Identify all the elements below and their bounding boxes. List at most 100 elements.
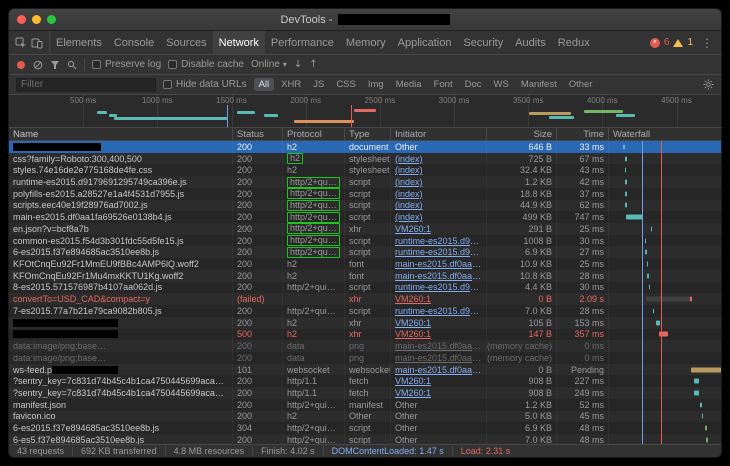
- table-row[interactable]: 8-es2015.571576987b4107aa062d.js200http/…: [9, 282, 721, 294]
- initiator-link[interactable]: (index): [395, 200, 423, 210]
- table-row[interactable]: 6-es2015.f37e894685ac3510ee8b.js304http/…: [9, 422, 721, 434]
- initiator-link[interactable]: runtime-es2015.d9179691…js:1: [395, 306, 482, 316]
- filter-pill-ws[interactable]: WS: [489, 78, 514, 91]
- column-header-name[interactable]: Name: [9, 128, 232, 140]
- tab-redux[interactable]: Redux: [552, 31, 596, 54]
- initiator-link[interactable]: VM260:1: [395, 376, 431, 386]
- initiator-link[interactable]: main-es2015.df0aa1f…js:1: [395, 259, 482, 269]
- preserve-log-checkbox[interactable]: [92, 60, 101, 69]
- column-header-type[interactable]: Type: [344, 128, 390, 140]
- filter-pill-manifest[interactable]: Manifest: [516, 78, 562, 91]
- filter-pill-xhr[interactable]: XHR: [276, 78, 306, 91]
- column-header-protocol[interactable]: Protocol: [282, 128, 344, 140]
- export-har-icon[interactable]: ↑: [309, 59, 317, 70]
- table-row[interactable]: common-es2015.f54d3b301fdc55d5fe15.js200…: [9, 235, 721, 247]
- initiator-link[interactable]: (index): [395, 189, 423, 199]
- table-row[interactable]: 6-es2015.f37e894685ac3510ee8b.js200http/…: [9, 246, 721, 258]
- table-row[interactable]: css?family=Roboto:300,400,500200h2styles…: [9, 153, 721, 165]
- hide-data-urls-checkbox[interactable]: [163, 80, 172, 89]
- clear-network-log-button[interactable]: [33, 60, 43, 70]
- initiator-link[interactable]: main-es2015.df0aa1f…js:1: [395, 365, 482, 375]
- initiator-link[interactable]: main-es2015.df0aa1f…js:1: [395, 341, 482, 351]
- table-row[interactable]: KFOtCnqEu92Fr1MmEU9fBBc4AMP6lQ.woff2200h…: [9, 258, 721, 270]
- table-row[interactable]: ws-feed.p101websocketwebsocketmain-es201…: [9, 364, 721, 376]
- table-row[interactable]: 500h2xhrVM260:1147 B357 ms: [9, 329, 721, 341]
- table-row[interactable]: ?sentry_key=7c831d74b45c4b1ca4750445699a…: [9, 387, 721, 399]
- initiator-link[interactable]: VM260:1: [395, 318, 431, 328]
- filter-pill-media[interactable]: Media: [391, 78, 427, 91]
- table-row[interactable]: en.json?v=bcf8a7b200http/2+quic/99xhrVM2…: [9, 223, 721, 235]
- column-header-status[interactable]: Status: [232, 128, 282, 140]
- tab-memory[interactable]: Memory: [340, 31, 392, 54]
- tab-application[interactable]: Application: [392, 31, 458, 54]
- overview-band[interactable]: 500 ms1000 ms1500 ms2000 ms2500 ms3000 m…: [9, 95, 721, 128]
- table-row[interactable]: 7-es2015.77a7b21e79ca9082b805.js200http/…: [9, 305, 721, 317]
- table-row[interactable]: data:image/png;base…200datapngmain-es201…: [9, 340, 721, 352]
- more-options-icon[interactable]: ⋮: [697, 36, 713, 50]
- table-row[interactable]: manifest.json200http/2+quic/99manifestOt…: [9, 399, 721, 411]
- initiator-link[interactable]: runtime-es2015.d9179691…js:1: [395, 236, 482, 246]
- column-header-initiator[interactable]: Initiator: [390, 128, 486, 140]
- initiator-link[interactable]: (index): [395, 212, 423, 222]
- filter-pill-font[interactable]: Font: [429, 78, 458, 91]
- initiator-link[interactable]: VM260:1: [395, 224, 431, 234]
- table-row[interactable]: polyfills-es2015.a28527e1a4f4531d7955.js…: [9, 188, 721, 200]
- filter-pill-doc[interactable]: Doc: [460, 78, 487, 91]
- table-row[interactable]: 200h2xhrVM260:1105 B153 ms: [9, 317, 721, 329]
- filter-input[interactable]: [16, 78, 156, 92]
- table-row[interactable]: ?sentry_key=7c831d74b45c4b1ca4750445699a…: [9, 375, 721, 387]
- table-row[interactable]: styles.74e16de2e775168de4fe.css200h2styl…: [9, 164, 721, 176]
- tab-performance[interactable]: Performance: [265, 31, 340, 54]
- table-row[interactable]: 6-es5.f37e894685ac3510ee8b.js200http/2+q…: [9, 434, 721, 444]
- initiator-link[interactable]: VM260:1: [395, 294, 431, 304]
- search-icon[interactable]: [67, 60, 77, 70]
- tab-network[interactable]: Network: [213, 31, 265, 54]
- initiator-link[interactable]: VM260:1: [395, 329, 431, 339]
- table-row[interactable]: convertTo=USD_CAD&compact=y(failed)xhrVM…: [9, 293, 721, 305]
- network-settings-icon[interactable]: [703, 79, 714, 90]
- record-network-log-button[interactable]: [16, 60, 26, 70]
- tab-console[interactable]: Console: [108, 31, 160, 54]
- initiator-link[interactable]: (index): [395, 165, 423, 175]
- error-count[interactable]: 6: [664, 37, 670, 48]
- table-row[interactable]: scripts.eec40e19f28976ad7002.js200http/2…: [9, 200, 721, 212]
- throttling-dropdown[interactable]: Online ▾: [251, 59, 287, 70]
- initiator-link[interactable]: (index): [395, 154, 423, 164]
- initiator-link[interactable]: VM260:1: [395, 388, 431, 398]
- table-row[interactable]: main-es2015.df0aa1fa69526e0138b4.js200ht…: [9, 211, 721, 223]
- tab-sources[interactable]: Sources: [160, 31, 212, 54]
- initiator-link[interactable]: runtime-es2015.d9179691…js:1: [395, 282, 482, 292]
- initiator-link[interactable]: main-es2015.df0aa1f…js:1: [395, 353, 482, 363]
- waterfall-bar: [625, 180, 627, 185]
- zoom-window-button[interactable]: [47, 15, 56, 24]
- filter-pill-other[interactable]: Other: [564, 78, 598, 91]
- device-toolbar-icon[interactable]: [31, 37, 43, 49]
- error-badge-icon[interactable]: ×: [650, 38, 660, 48]
- filter-pill-js[interactable]: JS: [308, 78, 329, 91]
- import-har-icon[interactable]: ↓: [294, 59, 302, 70]
- inspect-element-icon[interactable]: [15, 37, 27, 49]
- minimize-window-button[interactable]: [32, 15, 41, 24]
- filter-pill-img[interactable]: Img: [363, 78, 389, 91]
- initiator-link[interactable]: (index): [395, 177, 423, 187]
- filter-pill-css[interactable]: CSS: [331, 78, 361, 91]
- close-window-button[interactable]: [17, 15, 26, 24]
- column-header-size[interactable]: Size: [486, 128, 556, 140]
- table-row[interactable]: 200h2documentOther646 B33 ms: [9, 141, 721, 153]
- table-row[interactable]: KFOmCnqEu92Fr1Mu4mxKKTU1Kg.woff2200h2fon…: [9, 270, 721, 282]
- disable-cache-checkbox[interactable]: [168, 60, 177, 69]
- table-row[interactable]: runtime-es2015.d9179691295749ca396e.js20…: [9, 176, 721, 188]
- initiator-link[interactable]: main-es2015.df0aa1f…js:1: [395, 271, 482, 281]
- tab-audits[interactable]: Audits: [509, 31, 552, 54]
- filter-toggle-icon[interactable]: [50, 60, 60, 70]
- column-header-time[interactable]: Time: [556, 128, 608, 140]
- filter-pill-all[interactable]: All: [254, 78, 275, 91]
- table-row[interactable]: favicon.ico200h2OtherOther5.0 KB45 ms: [9, 411, 721, 423]
- tab-elements[interactable]: Elements: [50, 31, 108, 54]
- warning-count[interactable]: 1: [687, 37, 693, 48]
- warning-badge-icon[interactable]: [673, 39, 683, 47]
- tab-security[interactable]: Security: [457, 31, 509, 54]
- table-row[interactable]: data:image/png;base…200datapngmain-es201…: [9, 352, 721, 364]
- column-header-waterfall[interactable]: Waterfall: [608, 128, 721, 140]
- initiator-link[interactable]: runtime-es2015.d9179691…js:1: [395, 247, 482, 257]
